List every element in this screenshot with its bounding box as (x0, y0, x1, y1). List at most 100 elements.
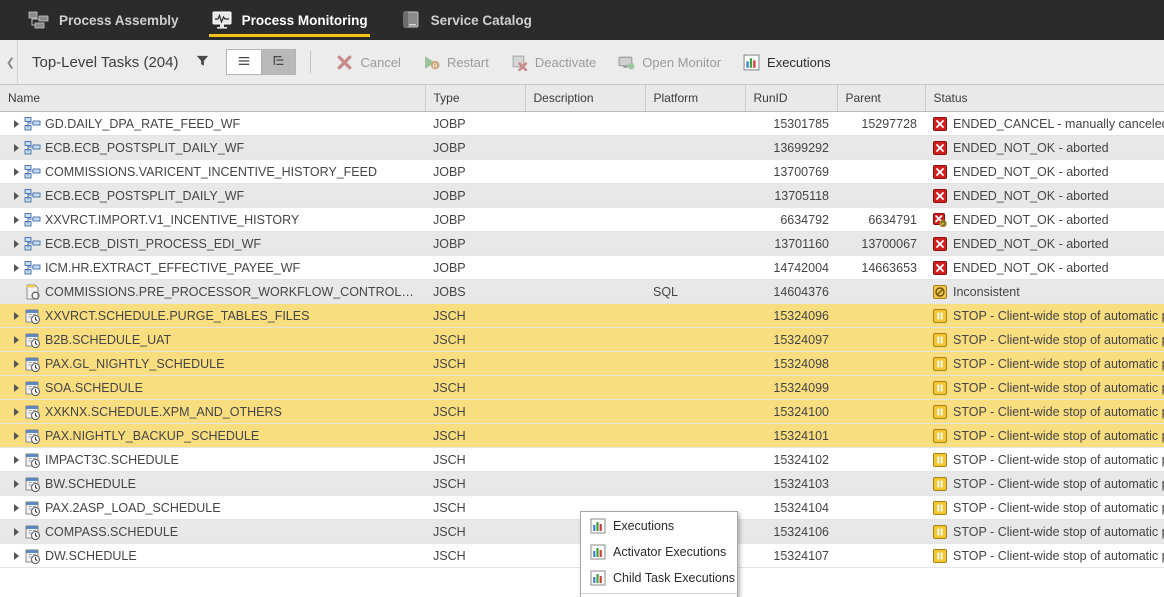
column-header-description[interactable]: Description (525, 85, 646, 112)
schedule-icon (24, 356, 42, 372)
task-name: XXVRCT.IMPORT.V1_INCENTIVE_HISTORY (45, 212, 300, 227)
row-context-menu[interactable]: Executions Activator Executions Child Ta… (580, 511, 738, 597)
cell-platform (645, 423, 745, 448)
view-mode-toggle[interactable] (226, 49, 297, 75)
cell-name[interactable]: XXKNX.SCHEDULE.XPM_AND_OTHERS (0, 399, 425, 424)
tree-view-button[interactable] (261, 50, 296, 74)
stop-yellow-icon (933, 356, 947, 371)
cell-name[interactable]: XXVRCT.IMPORT.V1_INCENTIVE_HISTORY (0, 207, 425, 232)
cell-parent (837, 399, 925, 424)
inconsistent-yellow-icon (933, 284, 947, 299)
table-row[interactable]: COMMISSIONS.PRE_PROCESSOR_WORKFLOW_CONTR… (0, 279, 1164, 304)
executions-icon (590, 544, 606, 560)
cell-name[interactable]: PAX.NIGHTLY_BACKUP_SCHEDULE (0, 423, 425, 448)
status-text: ENDED_CANCEL - manually canceled (953, 116, 1164, 131)
cancel-button[interactable]: Cancel (325, 47, 411, 77)
row-expander[interactable] (8, 311, 24, 320)
error-red-icon (933, 140, 947, 155)
row-expander[interactable] (8, 383, 24, 392)
column-header-status[interactable]: Status (925, 85, 1164, 112)
cell-platform (645, 255, 745, 280)
sidebar-collapse-button[interactable]: ❮ (4, 39, 18, 85)
row-expander[interactable] (8, 359, 24, 368)
row-expander[interactable] (8, 527, 24, 536)
table-row[interactable]: ECB.ECB_POSTSPLIT_DAILY_WF JOBP 13705118… (0, 183, 1164, 208)
column-header-name[interactable]: Name (0, 85, 426, 112)
table-row[interactable]: ECB.ECB_DISTI_PROCESS_EDI_WF JOBP 137011… (0, 231, 1164, 256)
deactivate-button[interactable]: Deactivate (500, 47, 607, 77)
table-row[interactable]: XXVRCT.SCHEDULE.PURGE_TABLES_FILES JSCH … (0, 303, 1164, 328)
row-expander[interactable] (8, 215, 24, 224)
row-expander[interactable] (8, 503, 24, 512)
context-menu-item[interactable]: Executions (581, 513, 737, 539)
table-row[interactable]: B2B.SCHEDULE_UAT JSCH 15324097 STOP - Cl… (0, 327, 1164, 352)
cell-description (525, 375, 645, 400)
list-view-button[interactable] (227, 50, 262, 74)
table-row[interactable]: PAX.GL_NIGHTLY_SCHEDULE JSCH 15324098 ST… (0, 351, 1164, 376)
nav-item-process-assembly[interactable]: Process Assembly (12, 0, 195, 40)
column-header-platform[interactable]: Platform (645, 85, 746, 112)
cell-name[interactable]: ECB.ECB_DISTI_PROCESS_EDI_WF (0, 231, 425, 256)
row-expander[interactable] (8, 143, 24, 152)
restart-button[interactable]: R Restart (412, 47, 500, 77)
row-expander[interactable] (8, 191, 24, 200)
filter-button[interactable] (190, 50, 214, 74)
table-row[interactable]: IMPACT3C.SCHEDULE JSCH 15324102 STOP - C… (0, 447, 1164, 472)
row-expander[interactable] (8, 551, 24, 560)
funnel-icon (195, 53, 210, 71)
table-row[interactable]: ECB.ECB_POSTSPLIT_DAILY_WF JOBP 13699292… (0, 135, 1164, 160)
cell-status: STOP - Client-wide stop of automatic pr (925, 495, 1164, 520)
open-monitor-button[interactable]: Open Monitor (607, 47, 732, 77)
context-menu-item[interactable]: Activator Executions (581, 539, 737, 565)
cell-name[interactable]: PAX.2ASP_LOAD_SCHEDULE (0, 495, 425, 520)
column-header-runid[interactable]: RunID (745, 85, 838, 112)
column-header-parent[interactable]: Parent (837, 85, 926, 112)
nav-item-service-catalog[interactable]: Service Catalog (384, 0, 548, 40)
cell-type: JOBP (425, 135, 525, 160)
row-expander[interactable] (8, 119, 24, 128)
cell-name[interactable]: COMPASS.SCHEDULE (0, 519, 425, 544)
context-menu-item[interactable]: Child Task Executions (581, 565, 737, 591)
row-expander[interactable] (8, 167, 24, 176)
column-header-type[interactable]: Type (425, 85, 526, 112)
cell-name[interactable]: ECB.ECB_POSTSPLIT_DAILY_WF (0, 135, 425, 160)
cell-name[interactable]: ECB.ECB_POSTSPLIT_DAILY_WF (0, 183, 425, 208)
row-expander[interactable] (8, 239, 24, 248)
row-expander[interactable] (8, 263, 24, 272)
table-row[interactable]: PAX.NIGHTLY_BACKUP_SCHEDULE JSCH 1532410… (0, 423, 1164, 448)
row-expander[interactable] (8, 431, 24, 440)
cell-name[interactable]: COMMISSIONS.VARICENT_INCENTIVE_HISTORY_F… (0, 159, 425, 184)
cell-name[interactable]: COMMISSIONS.PRE_PROCESSOR_WORKFLOW_CONTR… (0, 279, 425, 304)
table-row[interactable]: ICM.HR.EXTRACT_EFFECTIVE_PAYEE_WF JOBP 1… (0, 255, 1164, 280)
row-expander[interactable] (8, 455, 24, 464)
cell-name[interactable]: B2B.SCHEDULE_UAT (0, 327, 425, 352)
table-row[interactable]: BW.SCHEDULE JSCH 15324103 STOP - Client-… (0, 471, 1164, 496)
cell-runid: 13701160 (745, 231, 837, 256)
cell-parent (837, 447, 925, 472)
table-row[interactable]: XXVRCT.IMPORT.V1_INCENTIVE_HISTORY JOBP … (0, 207, 1164, 232)
cell-name[interactable]: XXVRCT.SCHEDULE.PURGE_TABLES_FILES (0, 303, 425, 328)
task-name: COMMISSIONS.PRE_PROCESSOR_WORKFLOW_CONTR… (45, 284, 417, 299)
cell-name[interactable]: IMPACT3C.SCHEDULE (0, 447, 425, 472)
nav-item-process-monitoring[interactable]: Process Monitoring (195, 0, 384, 40)
table-row[interactable]: XXKNX.SCHEDULE.XPM_AND_OTHERS JSCH 15324… (0, 399, 1164, 424)
cell-type: JSCH (425, 495, 525, 520)
table-row[interactable]: SOA.SCHEDULE JSCH 15324099 STOP - Client… (0, 375, 1164, 400)
cell-name[interactable]: SOA.SCHEDULE (0, 375, 425, 400)
table-row[interactable]: GD.DAILY_DPA_RATE_FEED_WF JOBP 15301785 … (0, 111, 1164, 136)
cell-name[interactable]: DW.SCHEDULE (0, 543, 425, 568)
table-row[interactable]: COMMISSIONS.VARICENT_INCENTIVE_HISTORY_F… (0, 159, 1164, 184)
row-expander[interactable] (8, 407, 24, 416)
cell-parent (837, 495, 925, 520)
cell-name[interactable]: GD.DAILY_DPA_RATE_FEED_WF (0, 111, 425, 136)
tasks-grid[interactable]: Name Type Description Platform RunID Par… (0, 85, 1164, 597)
row-expander[interactable] (8, 335, 24, 344)
cell-name[interactable]: BW.SCHEDULE (0, 471, 425, 496)
stop-yellow-icon (933, 524, 947, 539)
row-expander[interactable] (8, 479, 24, 488)
cell-description (525, 351, 645, 376)
cell-runid: 15324098 (745, 351, 837, 376)
executions-button[interactable]: Executions (732, 47, 842, 77)
cell-name[interactable]: PAX.GL_NIGHTLY_SCHEDULE (0, 351, 425, 376)
cell-name[interactable]: ICM.HR.EXTRACT_EFFECTIVE_PAYEE_WF (0, 255, 425, 280)
